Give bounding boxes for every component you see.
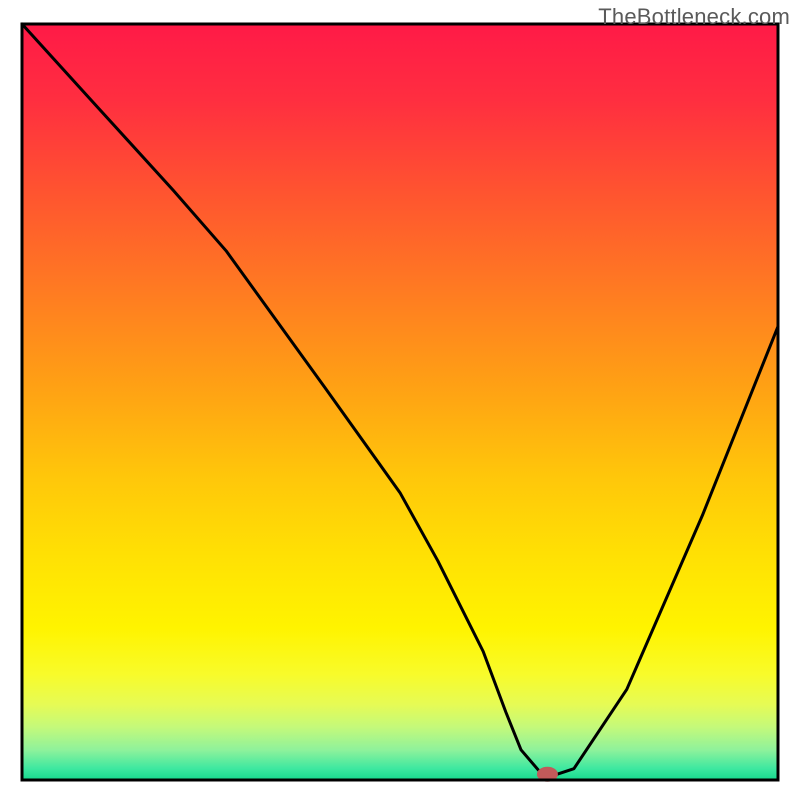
- bottleneck-chart: [0, 0, 800, 800]
- plot-background: [22, 24, 778, 780]
- watermark-text: TheBottleneck.com: [598, 4, 790, 30]
